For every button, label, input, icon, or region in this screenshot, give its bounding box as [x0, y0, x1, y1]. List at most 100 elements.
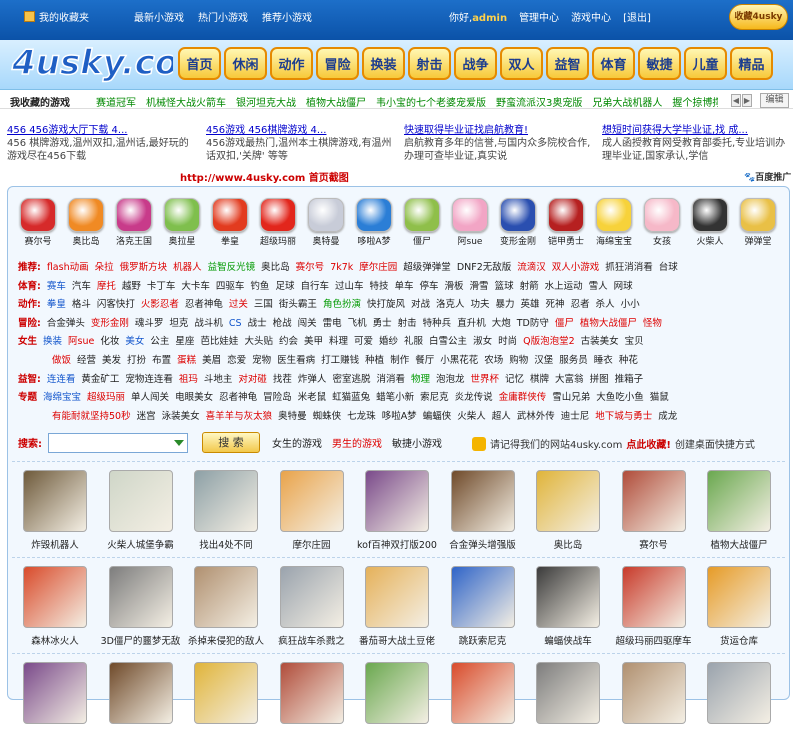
category-link[interactable]: 赛车 [47, 281, 66, 292]
game-title[interactable]: 找出4处不同 [183, 537, 269, 551]
category-link[interactable]: 宝贝 [625, 336, 644, 347]
category-link[interactable]: 打扮 [127, 355, 146, 366]
game-thumbnail[interactable] [536, 662, 600, 724]
game-thumbnail[interactable] [108, 566, 173, 628]
featured-game[interactable]: 哆啦A梦 [350, 198, 398, 247]
featured-game[interactable]: 铠甲勇士 [542, 198, 590, 247]
category-link[interactable]: 飞机 [348, 318, 367, 329]
game-icon[interactable] [500, 198, 536, 232]
category-link[interactable]: Q版泡泡堂2 [523, 336, 575, 347]
category-link[interactable]: 闯关 [298, 318, 317, 329]
game-icon[interactable] [212, 198, 248, 232]
category-link[interactable]: 僵尸 [555, 318, 574, 329]
category-link[interactable]: 密室逃脱 [332, 374, 370, 385]
category-link[interactable]: 武林外传 [517, 411, 555, 422]
category-link[interactable]: 拳皇 [47, 299, 66, 310]
scroll-right-icon[interactable]: ▶ [742, 94, 752, 107]
my-game-item[interactable]: 兄弟大战机器人 [592, 94, 662, 108]
collect-site-button[interactable]: 收藏4usky [729, 4, 788, 30]
category-link[interactable]: 蜘蛛侠 [313, 411, 342, 422]
category-link[interactable]: 物理 [411, 374, 430, 385]
game-thumbnail[interactable] [365, 566, 429, 628]
game-thumbnail[interactable] [450, 566, 515, 628]
category-link[interactable]: 种花 [619, 355, 638, 366]
category-link[interactable]: 变形金刚 [91, 318, 129, 329]
game-icon[interactable] [20, 198, 56, 232]
game-thumbnail[interactable] [621, 566, 686, 628]
featured-game[interactable]: 奥特曼 [302, 198, 350, 247]
category-link[interactable]: 星座 [175, 336, 194, 347]
category-link[interactable]: 战士 [248, 318, 267, 329]
my-game-item[interactable]: 植物大战僵尸 [306, 94, 366, 108]
nav-tab[interactable]: 休闲 [224, 47, 267, 80]
game-thumbnail[interactable] [536, 566, 600, 628]
game-thumbnail[interactable] [707, 470, 771, 532]
category-link[interactable]: 角色扮演 [323, 299, 361, 310]
category-link[interactable]: flash动画 [47, 262, 89, 273]
nav-tab[interactable]: 动作 [270, 47, 313, 80]
game-tile[interactable] [183, 662, 269, 724]
game-icon[interactable] [308, 198, 344, 232]
ad-title[interactable]: 456游戏 456棋牌游戏 4... [206, 125, 326, 136]
featured-game[interactable]: 阿sue [446, 198, 494, 247]
category-link[interactable]: 哆啦A梦 [382, 411, 417, 422]
category-link[interactable]: 宠物 [252, 355, 271, 366]
category-link[interactable]: 黄金矿工 [81, 374, 119, 385]
my-game-item[interactable]: 银河坦克大战 [236, 94, 296, 108]
featured-game[interactable]: 超级玛丽 [254, 198, 302, 247]
category-link[interactable]: 世界杯 [471, 374, 500, 385]
game-title[interactable]: 3D僵尸的噩梦无敌 [98, 633, 184, 647]
category-link[interactable]: 炸弹人 [298, 374, 327, 385]
category-link[interactable]: 打工赚钱 [321, 355, 359, 366]
category-link[interactable]: 停车 [420, 281, 439, 292]
game-title[interactable]: 蝙蝠侠战车 [525, 633, 611, 647]
category-link[interactable]: 7k7k [330, 262, 353, 273]
category-link[interactable]: 祖玛 [179, 374, 198, 385]
game-thumbnail[interactable] [450, 662, 515, 724]
category-link[interactable]: 成龙 [658, 411, 677, 422]
favorites-link[interactable]: 我的收藏夹 [24, 9, 89, 24]
category-link[interactable]: 医生看病 [277, 355, 315, 366]
agile-games-link[interactable]: 敏捷小游戏 [392, 435, 442, 450]
category-link[interactable]: 冒险岛 [263, 392, 292, 403]
category-link[interactable]: 餐厅 [415, 355, 434, 366]
category-link[interactable]: 钓鱼 [250, 281, 269, 292]
category-link[interactable]: 蜡笔小新 [376, 392, 414, 403]
game-title[interactable]: 植物大战僵尸 [696, 537, 782, 551]
game-tile[interactable]: 火柴人城堡争霸 [98, 470, 184, 551]
game-thumbnail[interactable] [108, 470, 173, 532]
category-link[interactable]: 推箱子 [615, 374, 644, 385]
nav-tab[interactable]: 敏捷 [638, 47, 681, 80]
game-thumbnail[interactable] [365, 662, 429, 724]
game-icon[interactable] [68, 198, 104, 232]
game-thumbnail[interactable] [621, 470, 686, 532]
game-thumbnail[interactable] [194, 662, 258, 724]
category-link[interactable]: 俄罗斯方块 [120, 262, 168, 273]
featured-game[interactable]: 奥拉星 [158, 198, 206, 247]
admin-center-link[interactable]: 管理中心 [519, 9, 559, 24]
category-link[interactable]: 摩尔庄园 [359, 262, 397, 273]
category-link[interactable]: 芭比娃娃 [200, 336, 238, 347]
nav-tab[interactable]: 双人 [500, 47, 543, 80]
game-title[interactable]: 合金弹头增强版 [440, 537, 526, 551]
game-tile[interactable] [12, 662, 98, 724]
game-tile[interactable]: 森林冰火人 [12, 566, 98, 647]
nav-tab[interactable]: 射击 [408, 47, 451, 80]
category-link[interactable]: 射击 [398, 318, 417, 329]
category-link[interactable]: 小黑花花 [440, 355, 478, 366]
my-game-item[interactable]: 野蛮流派汉3奥宠版 [496, 94, 582, 108]
game-tile[interactable]: 超级玛丽四驱摩车 [611, 566, 697, 647]
game-thumbnail[interactable] [279, 566, 344, 628]
game-tile[interactable] [696, 662, 782, 724]
category-link[interactable]: 找茬 [273, 374, 292, 385]
category-link[interactable]: 怪物 [643, 318, 662, 329]
game-tile[interactable] [98, 662, 184, 724]
category-link[interactable]: 忍者 [571, 299, 590, 310]
game-thumbnail[interactable] [536, 470, 600, 532]
game-thumbnail[interactable] [194, 566, 258, 628]
nav-tab[interactable]: 换装 [362, 47, 405, 80]
category-link[interactable]: 婚纱 [379, 336, 398, 347]
category-link[interactable]: 枪战 [273, 318, 292, 329]
nav-tab[interactable]: 精品 [730, 47, 773, 80]
category-link[interactable]: 闪客快打 [97, 299, 135, 310]
